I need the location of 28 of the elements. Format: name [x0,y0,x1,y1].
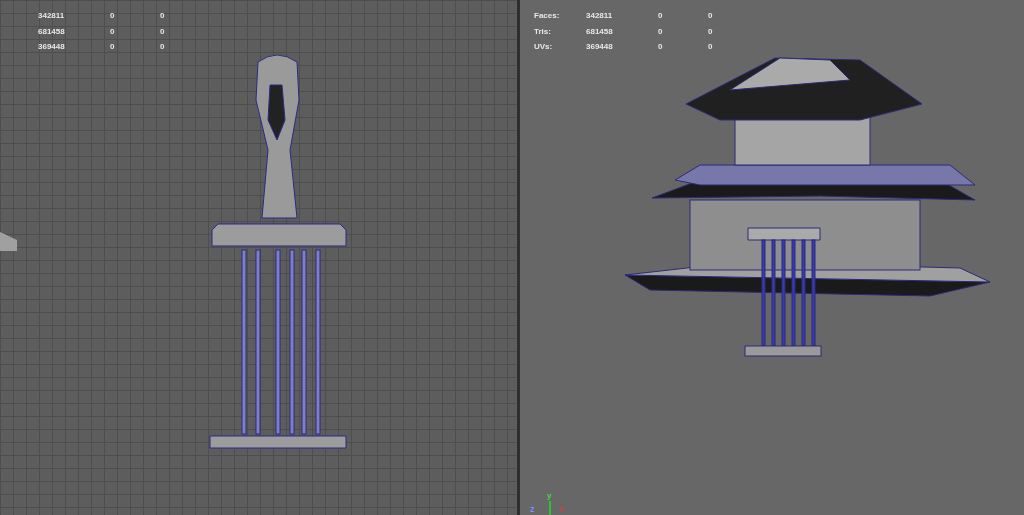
perspective-viewport[interactable]: Faces: 342811 0 0 Tris: 681458 0 0 UVs: 369448 0 0 y z x [520,0,1024,515]
model-edge-drawing [0,232,17,251]
stat-value: 369448 [38,42,66,52]
stat-value: 342811 [586,11,614,21]
stat-value: 0 [160,42,166,52]
stat-value: 681458 [586,26,614,36]
stat-value: 0 [658,42,664,52]
stat-value: 0 [708,42,714,52]
stat-value: 0 [160,11,166,21]
stat-value: 0 [110,11,116,21]
stat-value: 0 [708,11,714,21]
front-viewport[interactable]: 342811 0 0 681458 0 0 369448 0 0 [0,0,517,515]
axis-line-icon [549,501,551,515]
axis-label: x [560,504,565,513]
stat-value: 0 [110,42,116,52]
stat-value: 0 [110,26,116,36]
axis-label: z [530,504,535,514]
stat-label: UVs: [534,42,554,52]
stat-value: 369448 [586,42,614,52]
stat-label: Faces: [534,11,561,21]
axis-label: y [547,491,552,500]
stat-label: Tris: [534,26,552,36]
stat-value: 0 [658,11,664,21]
stat-value: 342811 [38,11,66,21]
stat-value: 0 [160,26,166,36]
stat-value: 681458 [38,26,66,36]
stat-value: 0 [708,26,714,36]
stat-value: 0 [658,26,664,36]
